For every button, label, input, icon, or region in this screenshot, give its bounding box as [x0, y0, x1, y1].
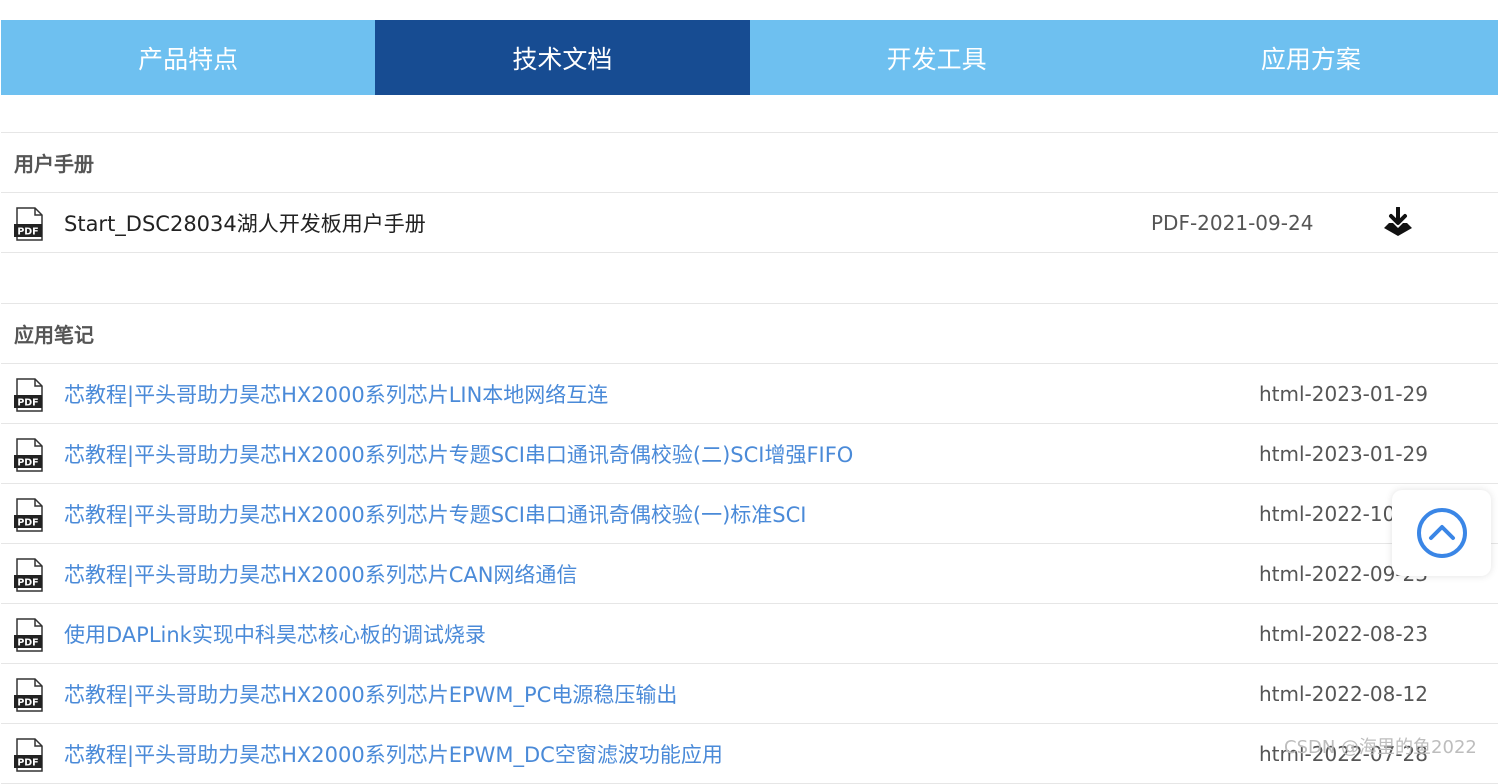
download-icon[interactable] [1381, 207, 1415, 239]
watermark: CSDN @海里的鱼2022 [1284, 737, 1477, 758]
note-link[interactable]: 芯教程|平头哥助力昊芯HX2000系列芯片专题SCI串口通讯奇偶校验(二)SCI… [64, 439, 853, 469]
svg-text:PDF: PDF [17, 638, 38, 649]
pdf-icon: PDF [14, 618, 43, 652]
svg-text:PDF: PDF [17, 758, 38, 769]
svg-text:PDF: PDF [17, 698, 38, 709]
pdf-icon: PDF [14, 558, 43, 592]
pdf-icon: PDF [14, 438, 43, 472]
section-heading: 用户手册 [1, 133, 1498, 193]
note-link[interactable]: 芯教程|平头哥助力昊芯HX2000系列芯片专题SCI串口通讯奇偶校验(一)标准S… [64, 499, 806, 529]
list-item: PDF 芯教程|平头哥助力昊芯HX2000系列芯片专题SCI串口通讯奇偶校验(二… [1, 424, 1498, 484]
file-meta: PDF-2021-09-24 [1151, 210, 1314, 235]
list-item: PDF 芯教程|平头哥助力昊芯HX2000系列芯片EPWM_DC空窗滤波功能应用… [1, 724, 1498, 784]
file-meta: html-2022-08-23 [1259, 621, 1429, 646]
svg-text:PDF: PDF [17, 518, 38, 529]
chevron-up-circle-icon [1416, 508, 1467, 558]
pdf-icon: PDF [14, 498, 43, 532]
pdf-icon: PDF [14, 378, 43, 412]
file-meta: html-2022-08-12 [1259, 681, 1429, 706]
svg-text:PDF: PDF [17, 227, 38, 238]
user-manual-section: 用户手册 PDF Start_DSC28034湖人开发板用户手册 PDF-202… [1, 132, 1498, 253]
note-link[interactable]: 芯教程|平头哥助力昊芯HX2000系列芯片EPWM_DC空窗滤波功能应用 [64, 739, 723, 769]
note-link[interactable]: 芯教程|平头哥助力昊芯HX2000系列芯片EPWM_PC电源稳压输出 [64, 679, 677, 709]
svg-text:PDF: PDF [17, 398, 38, 409]
tab-bar: 产品特点 技术文档 开发工具 应用方案 [1, 20, 1498, 95]
svg-text:PDF: PDF [17, 578, 38, 589]
file-meta: html-2022-10 [1259, 501, 1396, 526]
tab-solutions[interactable]: 应用方案 [1123, 20, 1498, 95]
list-item: PDF 芯教程|平头哥助力昊芯HX2000系列芯片CAN网络通信 html-20… [1, 544, 1498, 604]
file-meta: html-2023-01-29 [1259, 381, 1429, 406]
pdf-icon: PDF [14, 738, 43, 772]
pdf-icon: PDF [14, 207, 43, 241]
tab-product-features[interactable]: 产品特点 [1, 20, 376, 95]
back-to-top-button[interactable] [1392, 490, 1491, 576]
tab-technical-docs[interactable]: 技术文档 [375, 20, 750, 95]
note-link[interactable]: 芯教程|平头哥助力昊芯HX2000系列芯片CAN网络通信 [64, 559, 577, 589]
list-item: PDF Start_DSC28034湖人开发板用户手册 PDF-2021-09-… [1, 193, 1498, 253]
pdf-icon: PDF [14, 678, 43, 712]
svg-text:PDF: PDF [17, 458, 38, 469]
section-heading: 应用笔记 [1, 304, 1498, 364]
application-notes-section: 应用笔记 PDF 芯教程|平头哥助力昊芯HX2000系列芯片LIN本地网络互连 … [1, 303, 1498, 784]
tab-dev-tools[interactable]: 开发工具 [749, 20, 1124, 95]
list-item: PDF 芯教程|平头哥助力昊芯HX2000系列芯片专题SCI串口通讯奇偶校验(一… [1, 484, 1498, 544]
file-meta: html-2023-01-29 [1259, 441, 1429, 466]
list-item: PDF 使用DAPLink实现中科昊芯核心板的调试烧录 html-2022-08… [1, 604, 1498, 664]
note-link[interactable]: 芯教程|平头哥助力昊芯HX2000系列芯片LIN本地网络互连 [64, 379, 608, 409]
manual-title[interactable]: Start_DSC28034湖人开发板用户手册 [64, 208, 426, 238]
list-item: PDF 芯教程|平头哥助力昊芯HX2000系列芯片EPWM_PC电源稳压输出 h… [1, 664, 1498, 724]
note-link[interactable]: 使用DAPLink实现中科昊芯核心板的调试烧录 [64, 619, 486, 649]
list-item: PDF 芯教程|平头哥助力昊芯HX2000系列芯片LIN本地网络互连 html-… [1, 364, 1498, 424]
